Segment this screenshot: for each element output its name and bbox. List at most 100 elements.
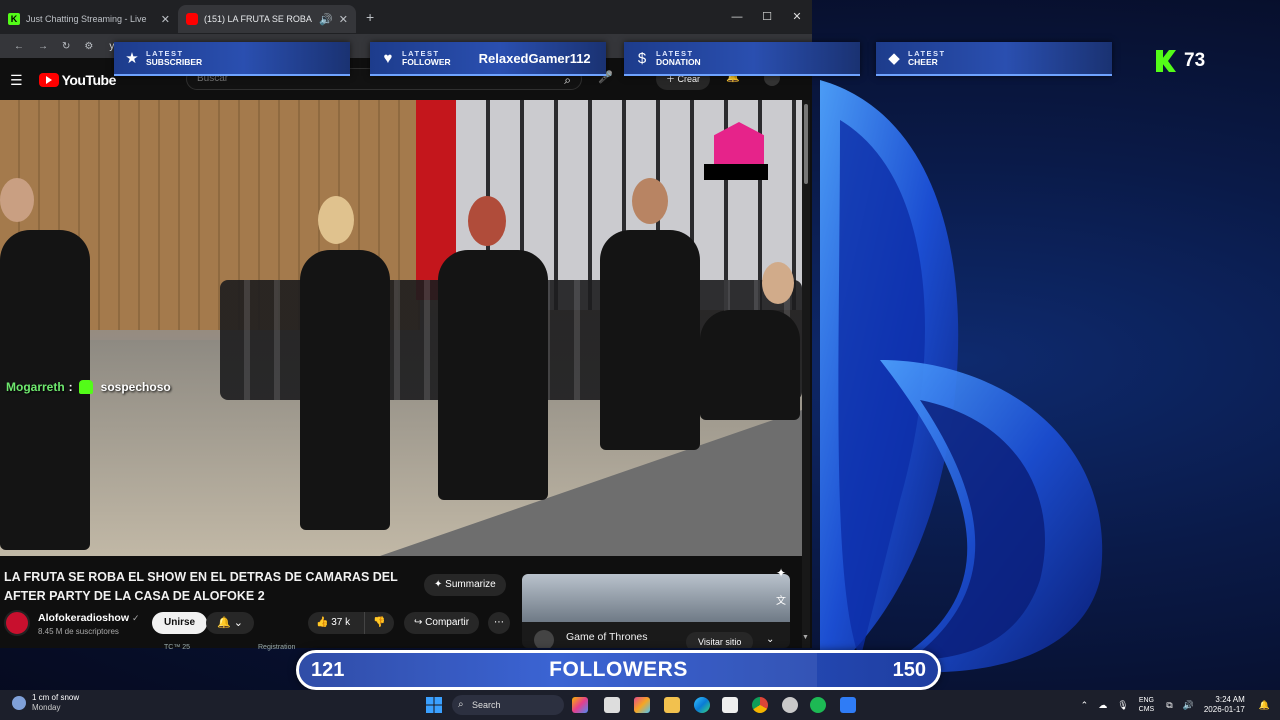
scroll-down-arrow[interactable]: ▼	[802, 634, 809, 641]
diamond-icon: ◆	[888, 50, 900, 67]
goal-target: 150	[892, 658, 926, 681]
volume-icon[interactable]: 🔊	[1183, 700, 1194, 711]
youtube-play-icon	[38, 73, 59, 87]
reload-icon[interactable]: ↻	[62, 41, 70, 52]
sponsored-card[interactable]: Game of Thrones Visitar sitio ⌄	[522, 574, 790, 648]
video-player[interactable]: Mogarreth : sospechoso	[0, 100, 802, 556]
weather-day: Monday	[32, 703, 61, 712]
scrollbar-thumb[interactable]	[804, 104, 808, 184]
tab-title: Just Chatting Streaming - Live	[26, 14, 147, 24]
thumbs-down-icon: 👎	[373, 617, 386, 628]
summarize-label: Summarize	[445, 579, 496, 590]
maximize-icon[interactable]: ☐	[752, 0, 782, 34]
visit-site-button[interactable]: Visitar sitio	[686, 632, 754, 648]
banner-label-bottom: CHEER	[908, 57, 938, 67]
channel-avatar[interactable]	[4, 610, 30, 636]
share-icon: ↪	[414, 617, 426, 628]
video-person-head	[762, 262, 794, 304]
chat-username: Mogarreth	[6, 380, 65, 394]
video-person	[438, 250, 548, 500]
chat-text: sospechoso	[100, 380, 171, 394]
background-text: Registration	[258, 644, 296, 651]
ad-avatar	[534, 630, 554, 648]
translate-icon[interactable]: 文	[776, 592, 786, 607]
youtube-logo-text: YouTube	[61, 72, 117, 88]
file-explorer-icon[interactable]	[664, 697, 680, 713]
edge-icon[interactable]	[694, 697, 710, 713]
channel-name[interactable]: Alofokeradioshow ✓	[38, 612, 139, 624]
remote-desktop-icon[interactable]	[840, 697, 856, 713]
task-view-icon[interactable]	[604, 697, 620, 713]
chevron-down-icon[interactable]: ⌄	[766, 634, 774, 645]
store-icon[interactable]	[722, 697, 738, 713]
taskbar-search-label: Search	[472, 700, 501, 710]
paint-icon[interactable]	[634, 697, 650, 713]
network-icon[interactable]: ⧉	[1166, 700, 1172, 711]
chevron-up-icon[interactable]: ⌃	[1081, 700, 1089, 711]
video-title: LA FRUTA SE ROBA EL SHOW EN EL DETRAS DE…	[4, 570, 398, 603]
windows-start-icon[interactable]	[426, 697, 442, 713]
close-tab-icon[interactable]: ✕	[161, 13, 170, 26]
speaker-icon[interactable]: 🔊	[319, 13, 333, 26]
video-person	[700, 310, 800, 420]
summarize-button[interactable]: ✦ Summarize	[424, 574, 506, 596]
background-text: TC™ 25	[164, 644, 191, 651]
join-button[interactable]: Unirse	[152, 612, 208, 634]
forward-icon[interactable]: →	[38, 41, 48, 52]
video-person-head	[468, 196, 506, 246]
taskbar-search[interactable]: ⌕ Search	[452, 695, 564, 715]
banner-label-bottom: SUBSCRIBER	[146, 57, 203, 67]
clock-date: 2026-01-17	[1203, 705, 1245, 714]
viewer-counter: 73	[1156, 50, 1205, 72]
back-icon[interactable]: ←	[14, 41, 24, 52]
dislike-button[interactable]: 👎	[364, 612, 394, 634]
more-actions-button[interactable]: ⋯	[488, 612, 510, 634]
latest-follower-banner: ♥ LATEST FOLLOWER RelaxedGamer112	[370, 42, 606, 76]
weather-widget[interactable]: 1 cm of snow Monday	[12, 693, 79, 713]
close-tab-icon[interactable]: ✕	[339, 13, 348, 26]
ad-title: Game of Thrones	[566, 631, 648, 643]
microphone-icon[interactable]: 🎙	[1117, 700, 1128, 711]
share-button[interactable]: ↪ Compartir	[404, 612, 480, 634]
ai-sparkle-icon[interactable]: ✦	[776, 566, 786, 580]
notification-icon[interactable]: 🔔	[1259, 700, 1270, 711]
clock[interactable]: 3:24 AM 2026-01-17	[1204, 695, 1245, 715]
thumbs-up-icon: 👍	[316, 617, 332, 628]
chat-separator: :	[68, 380, 73, 394]
chrome-icon[interactable]	[752, 697, 768, 713]
tab-strip: K Just Chatting Streaming - Live ✕ (151)…	[0, 0, 812, 34]
verified-icon: ✓	[131, 613, 140, 623]
browser-window: K Just Chatting Streaming - Live ✕ (151)…	[0, 0, 812, 648]
close-window-icon[interactable]: ✕	[782, 0, 812, 34]
video-person-head	[318, 196, 354, 244]
bell-icon: 🔔	[217, 617, 231, 629]
site-settings-icon[interactable]: ⚙	[84, 41, 93, 52]
latest-donation-banner: $ LATEST DONATION	[624, 42, 860, 76]
chevron-down-icon: ⌄	[233, 617, 243, 629]
follower-goal-bar: 121 FOLLOWERS 150	[296, 650, 941, 690]
new-tab-button[interactable]: +	[366, 9, 374, 25]
video-person-head	[0, 178, 34, 222]
video-person	[600, 230, 700, 450]
dollar-icon: $	[637, 49, 647, 67]
youtube-logo[interactable]: YouTube	[38, 72, 117, 88]
latest-subscriber-banner: ★ LATEST SUBSCRIBER	[114, 42, 350, 76]
language-indicator[interactable]: ENG CMS	[1139, 696, 1155, 714]
banner-value: RelaxedGamer112	[478, 50, 591, 66]
spotify-icon[interactable]	[810, 697, 826, 713]
viewer-count: 73	[1184, 50, 1206, 71]
tab-kick[interactable]: K Just Chatting Streaming - Live ✕	[0, 5, 178, 33]
banner-label-bottom: FOLLOWER	[402, 57, 451, 67]
minimize-icon[interactable]: —	[722, 0, 752, 34]
clock-time: 3:24 AM	[1215, 695, 1245, 704]
like-button[interactable]: 👍 37 k	[308, 612, 364, 634]
settings-icon[interactable]	[782, 697, 798, 713]
banner-label-bottom: DONATION	[656, 57, 701, 67]
system-tray: ⌃ ☁ 🎙 ENG CMS ⧉ 🔊 3:24 AM 2026-01-17 🔔	[1081, 690, 1280, 720]
tab-youtube[interactable]: (151) LA FRUTA SE ROBA EL 🔊 ✕	[178, 5, 356, 33]
copilot-icon[interactable]	[572, 697, 588, 713]
subscription-bell-button[interactable]: 🔔 ⌄	[206, 612, 254, 634]
kick-logo-icon	[1156, 50, 1176, 72]
menu-icon[interactable]: ☰	[10, 72, 23, 89]
onedrive-icon[interactable]: ☁	[1098, 700, 1107, 711]
